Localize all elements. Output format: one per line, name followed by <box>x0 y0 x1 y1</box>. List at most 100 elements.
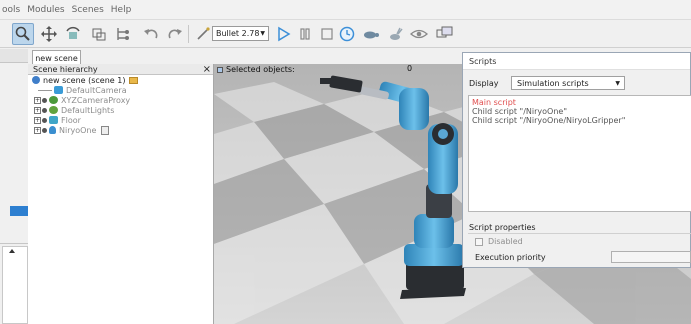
dynamics-toggle-button[interactable] <box>192 23 214 45</box>
tree-item-label: new scene (scene 1) <box>43 75 126 85</box>
tree-item-label: Floor <box>61 115 81 125</box>
tree-item-xyz-camera-proxy[interactable]: + XYZCameraProxy <box>28 95 213 105</box>
tree-item-scene[interactable]: new scene (scene 1) <box>28 75 213 85</box>
object-shift-button[interactable] <box>38 23 60 45</box>
assemble-icon <box>92 28 106 41</box>
script-doc-icon <box>101 125 110 135</box>
undo-button[interactable] <box>140 23 162 45</box>
disabled-label: Disabled <box>488 237 523 246</box>
hierarchy-tree-icon <box>117 28 129 40</box>
physics-engine-select[interactable]: Bullet 2.78 ▼ <box>212 26 269 41</box>
expand-icon[interactable]: + <box>34 106 41 114</box>
disabled-checkbox[interactable] <box>475 237 483 246</box>
toolbar <box>0 20 691 48</box>
execution-priority-select[interactable] <box>611 251 691 263</box>
tree-item-label: NiryoOne <box>59 125 97 135</box>
tree-item-default-camera[interactable]: DefaultCamera <box>28 85 213 95</box>
display-select[interactable]: Simulation scripts ▼ <box>511 76 625 90</box>
script-item-main[interactable]: Main script <box>472 98 688 107</box>
real-time-button[interactable] <box>336 23 358 45</box>
left-panel-header <box>0 49 28 63</box>
cube-icon <box>49 116 58 124</box>
tab-new-scene[interactable]: new scene <box>32 50 81 65</box>
undo-icon <box>144 29 158 39</box>
dot-icon <box>42 127 47 133</box>
left-panel-selected-item[interactable] <box>10 206 28 216</box>
physics-engine-value: Bullet 2.78 <box>216 29 260 38</box>
tree-item-default-lights[interactable]: + DefaultLights <box>28 105 213 115</box>
left-panel-divider <box>0 243 28 244</box>
dot-icon <box>42 107 47 113</box>
stop-simulation-button[interactable] <box>316 23 338 45</box>
redo-icon <box>168 29 182 39</box>
page-selector-button[interactable] <box>434 23 456 45</box>
visualization-toggle-button[interactable] <box>408 23 430 45</box>
play-icon <box>278 26 291 42</box>
script-item-gripper[interactable]: Child script "/NiryoOne/NiryoLGripper" <box>472 116 688 125</box>
scripts-dialog: Scripts Display Simulation scripts ▼ Mai… <box>462 52 691 268</box>
eye-icon <box>410 29 428 39</box>
left-side-panel <box>0 49 28 324</box>
camera-pan-button[interactable] <box>12 23 34 45</box>
scene-hierarchy-title: Scene hierarchy <box>33 64 98 74</box>
clock-icon <box>339 26 355 42</box>
slower-simulation-button[interactable] <box>360 23 382 45</box>
tree-item-niryo-one[interactable]: + NiryoOne <box>28 125 213 135</box>
selected-objects-text: Selected objects: <box>226 65 295 74</box>
display-label: Display <box>469 79 499 88</box>
tree-item-floor[interactable]: + Floor <box>28 115 213 125</box>
menu-bar: ools Modules Scenes Help <box>0 0 691 20</box>
expand-icon[interactable]: + <box>34 116 41 124</box>
move-arrows-icon <box>41 26 57 42</box>
menu-help[interactable]: Help <box>111 5 132 15</box>
tree-item-label: DefaultCamera <box>66 85 127 95</box>
start-simulation-button[interactable] <box>272 23 294 45</box>
execution-priority-label: Execution priority <box>475 253 546 262</box>
selected-objects-label: Selected objects: <box>217 65 295 74</box>
faster-simulation-button[interactable] <box>384 23 406 45</box>
globe-icon <box>32 76 40 84</box>
rabbit-icon <box>390 27 403 40</box>
tab-label: new scene <box>35 53 78 63</box>
robot-icon <box>49 126 56 134</box>
wand-icon <box>197 27 210 40</box>
script-item-niryo-one[interactable]: Child script "/NiryoOne" <box>472 107 688 116</box>
light-icon <box>49 106 58 114</box>
shape-icon <box>49 96 58 104</box>
assembly-button[interactable] <box>88 23 110 45</box>
scripts-dialog-title: Scripts <box>463 53 690 70</box>
dot-icon <box>42 97 47 103</box>
stop-icon <box>321 28 333 40</box>
script-properties-title: Script properties <box>469 222 536 232</box>
menu-modules[interactable]: Modules <box>27 5 64 15</box>
selection-icon <box>217 66 223 73</box>
scroll-up-icon[interactable] <box>9 249 15 253</box>
display-select-value: Simulation scripts <box>517 78 589 88</box>
script-list[interactable]: Main script Child script "/NiryoOne" Chi… <box>468 95 691 212</box>
folder-icon <box>129 76 139 84</box>
chevron-down-icon: ▼ <box>260 30 265 37</box>
expand-icon[interactable]: + <box>34 126 41 134</box>
menu-scenes[interactable]: Scenes <box>72 5 104 15</box>
windows-icon <box>436 26 453 38</box>
chevron-down-icon: ▼ <box>615 79 620 87</box>
close-icon[interactable]: × <box>203 64 211 75</box>
rotate-object-icon <box>66 26 80 39</box>
camera-icon <box>54 86 63 94</box>
object-rotate-button[interactable] <box>62 23 84 45</box>
left-panel-list[interactable] <box>2 246 28 324</box>
script-properties-header: Script properties <box>468 221 691 234</box>
selected-objects-count: 0 <box>407 64 413 73</box>
transfer-dna-button[interactable] <box>112 23 134 45</box>
tree-item-label: XYZCameraProxy <box>61 95 131 105</box>
scene-hierarchy-header: Scene hierarchy × <box>28 64 213 75</box>
tree-item-label: DefaultLights <box>61 105 115 115</box>
scene-hierarchy-panel: Scene hierarchy × new scene (scene 1) De… <box>28 64 214 324</box>
dot-icon <box>42 117 47 123</box>
redo-button[interactable] <box>164 23 186 45</box>
expand-icon[interactable]: + <box>34 96 41 104</box>
magnifier-icon <box>15 26 30 41</box>
disabled-row: Disabled <box>475 237 523 246</box>
pause-simulation-button[interactable] <box>294 23 316 45</box>
menu-tools[interactable]: ools <box>2 5 20 15</box>
